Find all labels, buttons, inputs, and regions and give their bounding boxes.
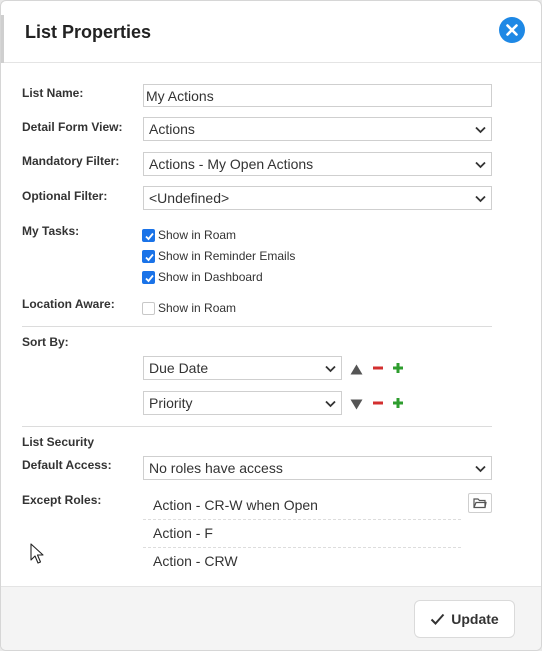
default-access-value: No roles have access [149, 460, 283, 476]
sort-ascending-button[interactable] [349, 363, 363, 377]
check-icon [145, 232, 154, 240]
my-tasks-option-dashboard[interactable]: Show in Dashboard [142, 269, 263, 285]
chevron-down-icon [475, 126, 486, 134]
section-divider [22, 426, 492, 427]
remove-sort-button[interactable] [371, 397, 385, 411]
my-tasks-label: My Tasks: [22, 224, 80, 238]
folder-icon [473, 498, 487, 509]
remove-sort-button[interactable] [371, 362, 385, 376]
triangle-up-icon [350, 364, 362, 375]
location-aware-option-roam[interactable]: Show in Roam [142, 300, 236, 316]
sort-field-select-1[interactable]: Due Date [143, 356, 342, 380]
minus-icon [373, 401, 383, 405]
update-label: Update [451, 611, 499, 627]
detail-form-view-value: Actions [149, 121, 195, 137]
default-access-label: Default Access: [22, 458, 112, 472]
role-item: Action - F [153, 525, 213, 541]
optional-filter-value: <Undefined> [149, 190, 230, 206]
except-roles-label: Except Roles: [22, 493, 102, 507]
dialog-title: List Properties [25, 22, 152, 42]
close-button[interactable] [499, 17, 525, 43]
check-icon [145, 253, 154, 261]
optional-filter-select[interactable]: <Undefined> [143, 186, 492, 210]
list-name-label: List Name: [22, 86, 84, 100]
detail-form-view-label: Detail Form View: [22, 120, 123, 134]
sort-field-value: Priority [149, 395, 193, 411]
location-aware-option-label: Show in Roam [158, 301, 237, 315]
my-tasks-option-label: Show in Roam [158, 228, 237, 242]
checkbox-checked[interactable] [142, 228, 155, 242]
mouse-cursor-icon [30, 543, 44, 564]
sort-descending-button[interactable] [349, 398, 363, 412]
optional-filter-label: Optional Filter: [22, 189, 108, 203]
chevron-down-icon [475, 161, 486, 169]
minus-icon [373, 366, 383, 370]
mandatory-filter-label: Mandatory Filter: [22, 154, 120, 168]
default-access-select[interactable]: No roles have access [143, 456, 492, 480]
sort-field-select-2[interactable]: Priority [143, 391, 342, 415]
add-sort-button[interactable] [391, 362, 405, 376]
chevron-down-icon [325, 365, 336, 373]
checkbox-checked[interactable] [142, 270, 155, 284]
add-sort-button[interactable] [391, 397, 405, 411]
location-aware-label: Location Aware: [22, 297, 115, 311]
list-security-heading: List Security [22, 435, 95, 449]
sort-by-label: Sort By: [22, 335, 69, 349]
dialog-footer: Update [1, 586, 541, 650]
triangle-down-icon [350, 399, 362, 410]
my-tasks-option-reminder-emails[interactable]: Show in Reminder Emails [142, 248, 295, 264]
plus-icon [393, 363, 403, 373]
detail-form-view-select[interactable]: Actions [143, 117, 492, 141]
dialog-header: List Properties [1, 1, 541, 63]
browse-roles-button[interactable] [468, 493, 492, 513]
mandatory-filter-select[interactable]: Actions - My Open Actions [143, 152, 492, 176]
my-tasks-option-roam[interactable]: Show in Roam [142, 227, 236, 243]
checkbox-checked[interactable] [142, 249, 155, 263]
list-name-input[interactable] [143, 84, 492, 107]
chevron-down-icon [475, 465, 486, 473]
sort-field-value: Due Date [149, 360, 209, 376]
header-notch [1, 15, 4, 63]
section-divider [22, 326, 492, 327]
chevron-down-icon [325, 400, 336, 408]
plus-icon [393, 398, 403, 408]
checkbox-unchecked[interactable] [142, 301, 155, 315]
close-icon [506, 24, 518, 36]
checkmark-icon [431, 613, 445, 625]
update-button[interactable]: Update [414, 600, 515, 638]
list-properties-dialog: List Properties List Name: Detail Form V… [0, 0, 542, 651]
chevron-down-icon [475, 195, 486, 203]
check-icon [145, 274, 154, 282]
my-tasks-option-label: Show in Reminder Emails [158, 249, 296, 263]
my-tasks-option-label: Show in Dashboard [158, 270, 263, 284]
role-item: Action - CRW [153, 553, 238, 569]
mandatory-filter-value: Actions - My Open Actions [149, 156, 314, 172]
role-item: Action - CR-W when Open [153, 497, 318, 513]
